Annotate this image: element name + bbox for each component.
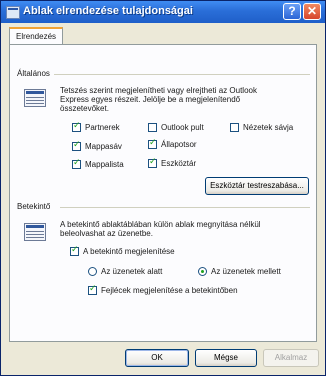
folder-bar-label[interactable]: Mappasáv [85, 142, 122, 151]
outlook-bar-checkbox[interactable] [148, 123, 157, 132]
preview-group-label: Betekintő [17, 202, 51, 211]
beside-messages-label[interactable]: Az üzenetek mellett [211, 267, 281, 276]
preview-pane-icon [24, 223, 46, 241]
general-description-line: Express egyes részeit. Jelölje be a megj… [60, 95, 241, 104]
contacts-label[interactable]: Partnerek [85, 123, 120, 132]
layout-icon [24, 89, 46, 107]
ok-button[interactable]: OK [125, 349, 189, 367]
folder-bar-checkbox[interactable] [72, 140, 81, 151]
window-icon [6, 6, 20, 19]
status-bar-checkbox[interactable] [148, 138, 157, 149]
folder-list-checkbox[interactable] [72, 158, 81, 169]
close-button[interactable]: ✕ [303, 3, 321, 20]
general-group-label: Általános [17, 69, 50, 78]
general-description-line: összetevőket. [60, 104, 109, 113]
toolbar-label[interactable]: Eszköztár [161, 159, 196, 168]
general-description-line: Tetszés szerint megjelenítheti vagy elre… [60, 86, 257, 95]
show-headers-checkbox[interactable] [88, 284, 97, 295]
general-group-divider [54, 74, 310, 75]
tab-panel: Általános Tetszés szerint megjelenítheti… [9, 44, 317, 342]
window-title: Ablak elrendezése tulajdonságai [23, 5, 193, 17]
outlook-bar-label[interactable]: Outlook pult [161, 123, 204, 132]
toolbar-checkbox[interactable] [148, 157, 157, 168]
preview-group-divider [60, 207, 310, 208]
properties-dialog: Ablak elrendezése tulajdonságai ? ✕ Elre… [0, 0, 326, 376]
show-preview-checkbox[interactable] [70, 245, 79, 256]
status-bar-label[interactable]: Állapotsor [161, 140, 197, 149]
apply-button[interactable]: Alkalmaz [263, 349, 319, 367]
folder-list-label[interactable]: Mappalista [85, 160, 124, 169]
help-button[interactable]: ? [283, 3, 301, 20]
customize-toolbar-button[interactable]: Eszköztár testreszabása... [205, 177, 309, 195]
views-bar-label[interactable]: Nézetek sávja [243, 123, 293, 132]
preview-description-line: A betekintő ablaktáblában külön ablak me… [60, 220, 261, 229]
tab-layout[interactable]: Elrendezés [9, 27, 64, 45]
views-bar-checkbox[interactable] [230, 123, 239, 132]
beside-messages-radio[interactable] [198, 267, 207, 276]
preview-description-line: beleolvashat az üzenetbe. [60, 229, 153, 238]
contacts-checkbox[interactable] [72, 121, 81, 132]
show-preview-label[interactable]: A betekintő megjelenítése [83, 247, 175, 256]
cancel-button[interactable]: Mégse [195, 349, 257, 367]
below-messages-radio[interactable] [88, 267, 97, 276]
title-bar[interactable]: Ablak elrendezése tulajdonságai ? ✕ [1, 1, 325, 23]
show-headers-label[interactable]: Fejlécek megjelenítése a betekintőben [101, 286, 238, 295]
below-messages-label[interactable]: Az üzenetek alatt [101, 267, 162, 276]
